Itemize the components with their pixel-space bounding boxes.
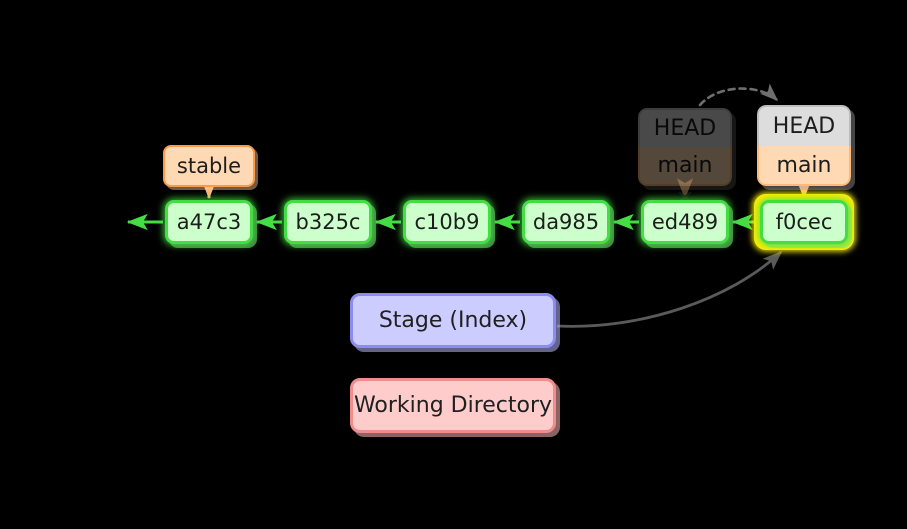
commit-node-a47c3[interactable]: a47c3 <box>165 200 253 244</box>
head-label: HEAD <box>653 116 717 141</box>
stage-index-box[interactable]: Stage (Index) <box>350 293 556 348</box>
commit-node-c10b9[interactable]: c10b9 <box>403 200 491 244</box>
branch-label-stable[interactable]: stable <box>163 145 255 187</box>
edge-head-move <box>698 83 779 107</box>
branch-label-text: main <box>776 152 832 178</box>
head-pointer-ghost: HEAD main <box>638 108 732 186</box>
working-directory-box[interactable]: Working Directory <box>350 378 556 433</box>
head-pointer-current[interactable]: HEAD main <box>757 105 851 186</box>
branch-segment: main <box>638 147 732 186</box>
commit-node-b325c[interactable]: b325c <box>284 200 372 244</box>
commit-node-da985[interactable]: da985 <box>522 200 610 244</box>
edge-layer <box>126 83 813 328</box>
diagram-canvas: a47c3 b325c c10b9 da985 ed489 f0cec stab… <box>0 0 907 529</box>
commit-label: c10b9 <box>414 210 480 234</box>
head-segment: HEAD <box>757 105 851 146</box>
commit-node-ed489[interactable]: ed489 <box>641 200 729 244</box>
edge-stage-to-f0cec <box>556 250 783 328</box>
head-label: HEAD <box>772 114 836 139</box>
commit-label: f0cec <box>775 210 833 234</box>
commit-label: a47c3 <box>176 210 242 234</box>
stage-index-label: Stage (Index) <box>378 308 528 333</box>
branch-label-text: stable <box>176 154 242 178</box>
head-segment: HEAD <box>638 108 732 147</box>
branch-label-text: main <box>657 153 713 178</box>
commit-label: b325c <box>295 210 361 234</box>
commit-label: ed489 <box>651 210 719 234</box>
branch-segment: main <box>757 146 851 186</box>
commit-node-f0cec[interactable]: f0cec <box>760 200 848 244</box>
commit-label: da985 <box>532 210 600 234</box>
working-directory-label: Working Directory <box>353 393 553 418</box>
